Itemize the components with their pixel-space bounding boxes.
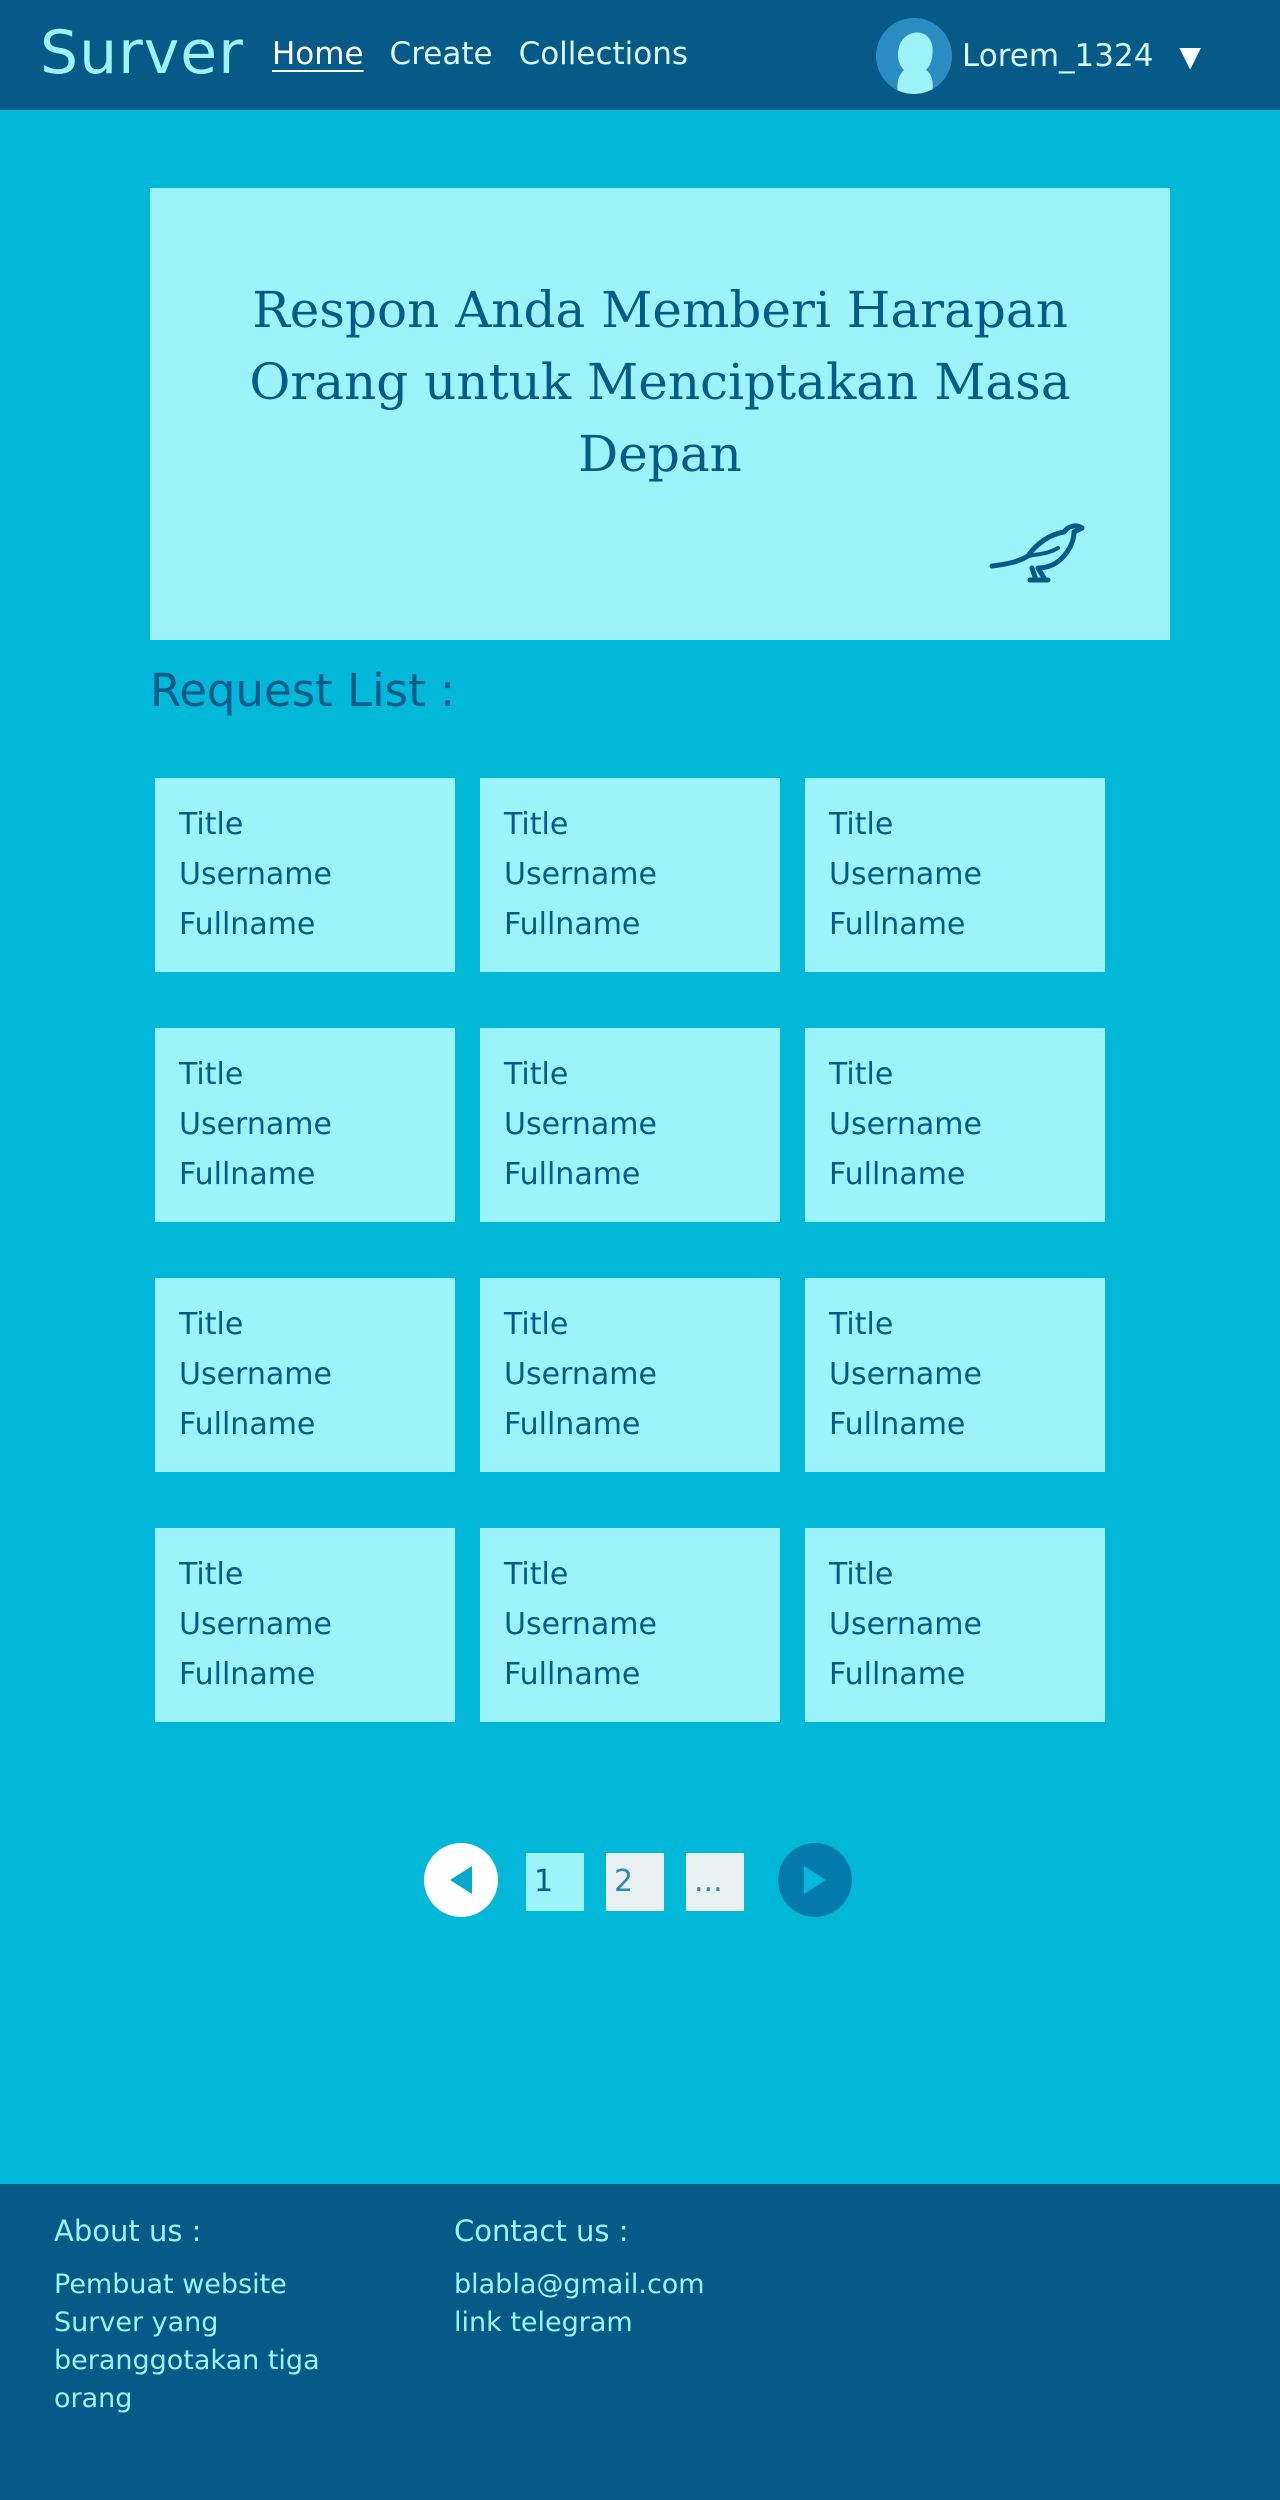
card-username: Username [829,1607,982,1642]
request-card[interactable]: Title Username Fullname [480,1528,780,1722]
arrow-left-icon [450,1866,472,1894]
card-fullname: Fullname [179,1657,316,1692]
card-username: Username [504,1357,657,1392]
card-username: Username [504,1107,657,1142]
card-fullname: Fullname [179,907,316,942]
previous-page-button[interactable] [424,1843,498,1917]
request-card[interactable]: Title Username Fullname [155,1278,455,1472]
next-page-button[interactable] [778,1843,852,1917]
card-username: Username [504,1607,657,1642]
pagination: 1 2 ... [424,1843,854,1919]
request-card[interactable]: Title Username Fullname [480,1278,780,1472]
card-username: Username [829,1357,982,1392]
card-title: Title [504,1307,569,1342]
main-nav: Home Create Collections [272,36,688,72]
request-card[interactable]: Title Username Fullname [480,778,780,972]
user-menu[interactable]: Lorem_1324 ▼ [876,18,1201,94]
card-fullname: Fullname [504,1157,641,1192]
request-card[interactable]: Title Username Fullname [805,1028,1105,1222]
request-card[interactable]: Title Username Fullname [155,778,455,972]
hero-title: Respon Anda Memberi Harapan Orang untuk … [249,281,1071,483]
card-username: Username [179,1107,332,1142]
request-list-title: Request List : [150,664,456,717]
card-title: Title [829,1557,894,1592]
contact-telegram-link[interactable]: link telegram [454,2304,794,2342]
card-title: Title [504,1557,569,1592]
nav-create-link[interactable]: Create [390,36,493,72]
contact-email-link[interactable]: blabla@gmail.com [454,2266,794,2304]
hero-banner: Respon Anda Memberi Harapan Orang untuk … [150,188,1170,640]
user-silhouette-icon [876,18,952,94]
page-1-button[interactable]: 1 [526,1853,584,1911]
card-title: Title [504,1057,569,1092]
card-title: Title [829,1057,894,1092]
footer-contact: Contact us : blabla@gmail.com link teleg… [454,2214,794,2342]
page-2-button[interactable]: 2 [606,1853,664,1911]
card-fullname: Fullname [504,1407,641,1442]
bird-icon [989,523,1085,583]
card-title: Title [504,807,569,842]
card-title: Title [179,1557,244,1592]
card-title: Title [179,1307,244,1342]
request-card[interactable]: Title Username Fullname [155,1528,455,1722]
card-fullname: Fullname [179,1157,316,1192]
request-card[interactable]: Title Username Fullname [805,1278,1105,1472]
contact-title: Contact us : [454,2214,629,2248]
card-fullname: Fullname [504,907,641,942]
footer: About us : Pembuat website Surver yang b… [0,2184,1280,2500]
nav-home-link[interactable]: Home [272,36,364,72]
card-fullname: Fullname [829,1657,966,1692]
card-fullname: Fullname [829,1157,966,1192]
card-title: Title [179,1057,244,1092]
request-card[interactable]: Title Username Fullname [805,1528,1105,1722]
request-card[interactable]: Title Username Fullname [155,1028,455,1222]
card-username: Username [829,857,982,892]
card-fullname: Fullname [504,1657,641,1692]
footer-about: About us : Pembuat website Surver yang b… [54,2214,354,2418]
request-card[interactable]: Title Username Fullname [480,1028,780,1222]
username-label: Lorem_1324 [962,38,1154,74]
card-fullname: Fullname [179,1407,316,1442]
about-text: Pembuat website Surver yang beranggotaka… [54,2269,320,2414]
card-title: Title [179,807,244,842]
page-ellipsis-button[interactable]: ... [686,1853,744,1911]
card-username: Username [829,1107,982,1142]
card-username: Username [179,1357,332,1392]
card-username: Username [179,1607,332,1642]
card-fullname: Fullname [829,907,966,942]
arrow-right-icon [804,1866,826,1894]
request-card[interactable]: Title Username Fullname [805,778,1105,972]
card-title: Title [829,807,894,842]
card-username: Username [504,857,657,892]
card-username: Username [179,857,332,892]
about-title: About us : [54,2214,202,2248]
site-logo[interactable]: Surver [40,18,244,88]
nav-collections-link[interactable]: Collections [519,36,689,72]
card-fullname: Fullname [829,1407,966,1442]
chevron-down-icon[interactable]: ▼ [1179,40,1201,73]
top-navbar: Surver Home Create Collections Lorem_132… [0,0,1280,110]
avatar[interactable] [876,18,952,94]
card-title: Title [829,1307,894,1342]
